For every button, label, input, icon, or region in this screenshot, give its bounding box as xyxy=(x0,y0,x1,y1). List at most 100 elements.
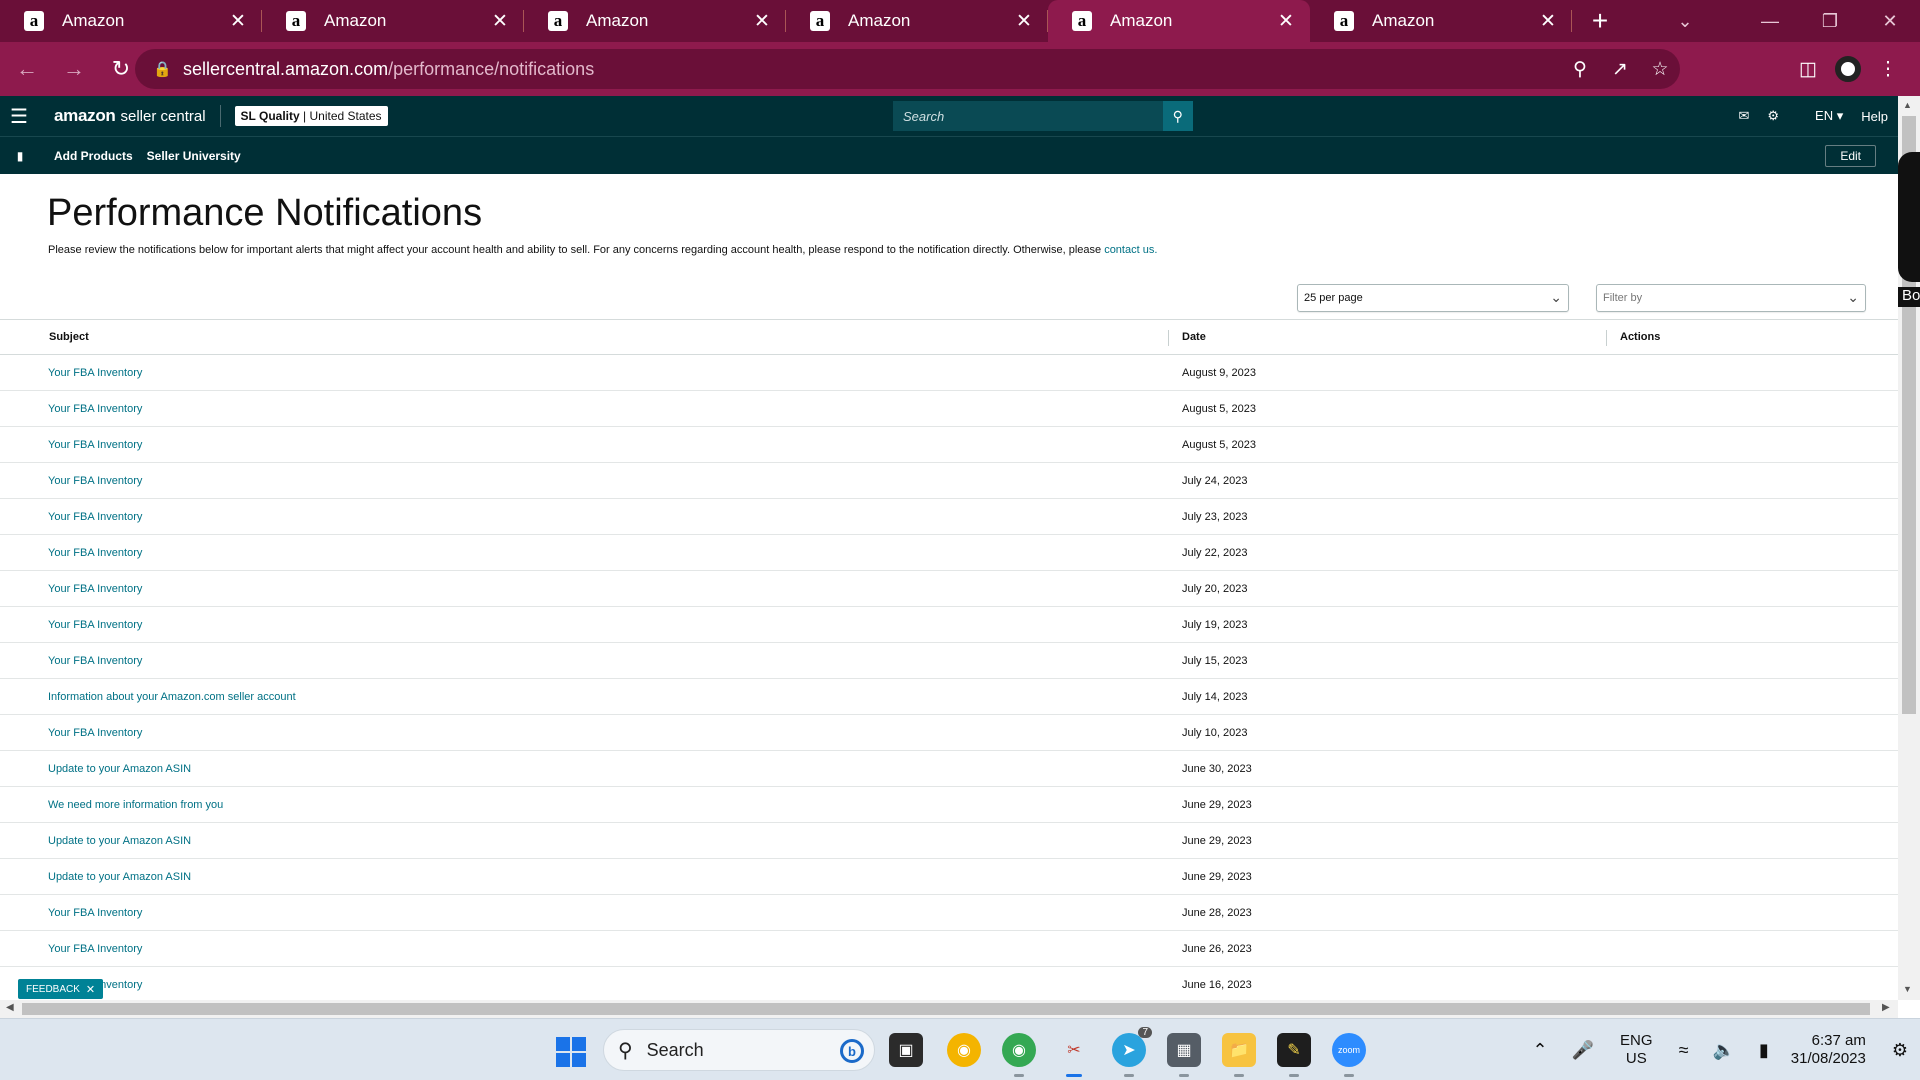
scrollbar-thumb[interactable] xyxy=(22,1003,1870,1015)
sticky-notes-icon[interactable]: ✎ xyxy=(1277,1033,1311,1077)
close-tab-icon[interactable]: ✕ xyxy=(1276,10,1296,33)
mail-icon[interactable]: ✉ xyxy=(1738,108,1749,124)
microphone-icon[interactable]: 🎤 xyxy=(1572,1040,1594,1061)
brand-suffix: seller central xyxy=(120,108,206,125)
account-switcher[interactable]: SL Quality | United States xyxy=(234,106,388,126)
browser-tab[interactable]: a Amazon ✕ xyxy=(524,0,786,42)
browser-tab[interactable]: a Amazon ✕ xyxy=(786,0,1048,42)
lock-icon[interactable]: 🔒 xyxy=(153,60,172,78)
column-header-subject[interactable]: Subject xyxy=(49,331,89,343)
taskbar-search[interactable]: ⚲ Search b xyxy=(603,1029,875,1071)
notification-subject-link[interactable]: Your FBA Inventory xyxy=(48,583,142,595)
column-resize-handle[interactable] xyxy=(1168,330,1169,346)
search-button[interactable]: ⚲ xyxy=(1162,101,1193,131)
notification-subject-link[interactable]: Update to your Amazon ASIN xyxy=(48,763,191,775)
notification-subject-link[interactable]: Your FBA Inventory xyxy=(48,367,142,379)
nav-add-products[interactable]: Add Products xyxy=(54,149,133,163)
chrome-icon[interactable]: ◉ xyxy=(1002,1033,1036,1077)
scroll-down-icon[interactable]: ▼ xyxy=(1903,984,1912,994)
notification-subject-link[interactable]: Your FBA Inventory xyxy=(48,547,142,559)
notification-subject-link[interactable]: Your FBA Inventory xyxy=(48,403,142,415)
language-selector[interactable]: EN ▾ xyxy=(1797,108,1843,124)
notification-subject-link[interactable]: We need more information from you xyxy=(48,799,223,811)
address-bar[interactable]: 🔒 sellercentral.amazon.com/performance/n… xyxy=(135,49,1680,89)
url-text[interactable]: sellercentral.amazon.com/performance/not… xyxy=(183,59,594,80)
battery-icon[interactable]: ▮ xyxy=(1759,1040,1769,1061)
browser-tab[interactable]: a Amazon ✕ xyxy=(262,0,524,42)
calculator-icon[interactable]: ▦ xyxy=(1167,1033,1201,1077)
tab-search-icon[interactable]: ⌄ xyxy=(1660,0,1710,42)
notification-date: June 26, 2023 xyxy=(1182,943,1252,955)
close-tab-icon[interactable]: ✕ xyxy=(228,10,248,33)
notification-subject-link[interactable]: Your FBA Inventory xyxy=(48,439,142,451)
file-explorer-icon[interactable]: 📁 xyxy=(1222,1033,1256,1077)
bing-icon[interactable]: b xyxy=(840,1039,864,1063)
zoom-app-icon[interactable]: zoom xyxy=(1332,1033,1366,1077)
telegram-icon[interactable]: ➤ 7 xyxy=(1112,1027,1152,1077)
close-window-icon[interactable]: ✕ xyxy=(1860,0,1920,42)
notification-subject-link[interactable]: Your FBA Inventory xyxy=(48,943,142,955)
window-controls: ⌄ — ❐ ✕ xyxy=(1660,0,1920,42)
minimize-icon[interactable]: — xyxy=(1740,0,1800,42)
windows-start-icon[interactable] xyxy=(556,1037,586,1067)
column-header-date[interactable]: Date xyxy=(1182,331,1206,343)
notification-subject-link[interactable]: Your FBA Inventory xyxy=(48,511,142,523)
nav-seller-university[interactable]: Seller University xyxy=(147,149,241,163)
table-row: Your FBA Inventory July 15, 2023 xyxy=(0,643,1898,679)
snipping-tool-icon[interactable]: ✂ xyxy=(1057,1033,1091,1077)
browser-tab[interactable]: a Amazon ✕ xyxy=(1048,0,1310,42)
forward-icon[interactable]: → xyxy=(54,49,94,89)
language-indicator[interactable]: ENG US xyxy=(1620,1032,1653,1068)
close-tab-icon[interactable]: ✕ xyxy=(1538,10,1558,33)
close-tab-icon[interactable]: ✕ xyxy=(752,10,772,33)
scroll-up-icon[interactable]: ▲ xyxy=(1903,100,1912,110)
chevron-up-icon[interactable]: ⌃ xyxy=(1533,1040,1548,1061)
table-row: Your FBA Inventory June 28, 2023 xyxy=(0,895,1898,931)
horizontal-scrollbar[interactable]: ◀ ▶ xyxy=(0,1000,1898,1018)
notification-subject-link[interactable]: Update to your Amazon ASIN xyxy=(48,835,191,847)
feedback-button[interactable]: FEEDBACK ✕ xyxy=(18,979,104,999)
contact-us-link[interactable]: contact us. xyxy=(1104,244,1157,256)
scroll-right-icon[interactable]: ▶ xyxy=(1882,1002,1890,1013)
bookmark-icon[interactable]: ▮ xyxy=(0,149,40,163)
table-header: Subject Date Actions xyxy=(0,319,1898,355)
bookmark-star-icon[interactable]: ☆ xyxy=(1640,58,1680,81)
browser-toolbar: ← → ↻ 🔒 sellercentral.amazon.com/perform… xyxy=(0,42,1920,96)
restore-icon[interactable]: ❐ xyxy=(1800,0,1860,42)
menu-dots-icon[interactable]: ⋮ xyxy=(1868,58,1908,81)
browser-tab[interactable]: a Amazon ✕ xyxy=(0,0,262,42)
per-page-select[interactable]: 25 per page ⌄ xyxy=(1297,284,1569,312)
notification-subject-link[interactable]: Your FBA Inventory xyxy=(48,619,142,631)
wifi-icon[interactable]: ≈ xyxy=(1679,1040,1689,1061)
browser-tab[interactable]: a Amazon ✕ xyxy=(1310,0,1572,42)
task-view-icon[interactable]: ▣ xyxy=(889,1033,923,1067)
column-resize-handle[interactable] xyxy=(1606,330,1607,346)
close-tab-icon[interactable]: ✕ xyxy=(1014,10,1034,33)
help-link[interactable]: Help xyxy=(1861,109,1888,124)
chrome-canary-icon[interactable]: ◉ xyxy=(947,1033,981,1067)
edit-button[interactable]: Edit xyxy=(1825,145,1876,167)
settings-gear-icon[interactable]: ⚙ xyxy=(1767,108,1779,124)
notification-subject-link[interactable]: Update to your Amazon ASIN xyxy=(48,871,191,883)
new-tab-icon[interactable]: + xyxy=(1580,0,1620,42)
notification-subject-link[interactable]: Your FBA Inventory xyxy=(48,475,142,487)
scroll-left-icon[interactable]: ◀ xyxy=(6,1002,14,1013)
notifications-icon[interactable]: ⚙ xyxy=(1892,1040,1908,1061)
share-icon[interactable]: ↗ xyxy=(1600,58,1640,81)
zoom-icon[interactable]: ⚲ xyxy=(1560,58,1600,81)
notification-subject-link[interactable]: Your FBA Inventory xyxy=(48,655,142,667)
close-tab-icon[interactable]: ✕ xyxy=(490,10,510,33)
search-input[interactable] xyxy=(893,101,1163,131)
seller-central-logo[interactable]: amazon seller central xyxy=(54,106,206,126)
profile-avatar[interactable] xyxy=(1835,56,1861,82)
filter-select[interactable]: Filter by ⌄ xyxy=(1596,284,1866,312)
notification-subject-link[interactable]: Your FBA Inventory xyxy=(48,727,142,739)
notification-subject-link[interactable]: Information about your Amazon.com seller… xyxy=(48,691,296,703)
close-icon[interactable]: ✕ xyxy=(86,983,95,996)
volume-icon[interactable]: 🔈 xyxy=(1712,1040,1734,1061)
hamburger-menu-icon[interactable]: ☰ xyxy=(0,104,38,129)
back-icon[interactable]: ← xyxy=(7,49,47,89)
notification-subject-link[interactable]: Your FBA Inventory xyxy=(48,907,142,919)
side-panel-icon[interactable]: ◫ xyxy=(1788,58,1828,81)
clock[interactable]: 6:37 am 31/08/2023 xyxy=(1791,1032,1866,1068)
